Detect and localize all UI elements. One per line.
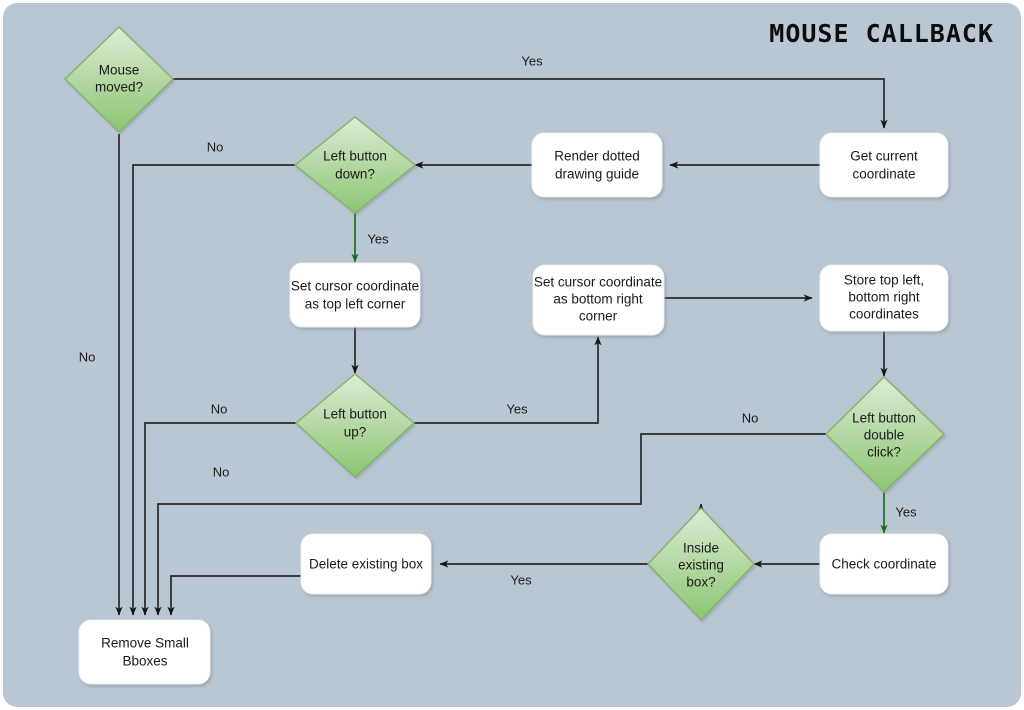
left-double-click-label-line3: click? [867, 445, 901, 460]
render-guide-label-line1: Render dotted [554, 149, 640, 164]
check-coordinate-label: Check coordinate [831, 557, 936, 572]
remove-small-bboxes-box[interactable] [78, 619, 211, 685]
store-coordinates-label-line1: Store top left, [844, 273, 924, 288]
label-inside-box-yes: Yes [510, 572, 532, 587]
get-coordinate-label-line1: Get current [850, 149, 918, 164]
node-set-bottom-right[interactable]: Set cursor coordinate as bottom right co… [532, 264, 665, 336]
node-store-coordinates[interactable]: Store top left, bottom right coordinates [819, 264, 949, 332]
node-check-coordinate[interactable]: Check coordinate [819, 533, 949, 595]
render-guide-label-line2: drawing guide [555, 167, 639, 182]
diagram-canvas: MOUSE CALLBACK Mouse moved? Get current … [0, 0, 1024, 710]
left-button-down-label-line2: down? [335, 167, 375, 182]
label-double-click-yes: Yes [895, 504, 917, 519]
mouse-moved-label-line2: moved? [95, 80, 143, 95]
get-coordinate-label-line2: coordinate [852, 167, 915, 182]
left-button-up-label-line1: Left button [323, 407, 387, 422]
set-bottom-right-label-line2: as bottom right [553, 292, 643, 307]
store-coordinates-label-line3: coordinates [849, 307, 919, 322]
node-set-top-left[interactable]: Set cursor coordinate as top left corner [289, 262, 421, 328]
set-top-left-label-line1: Set cursor coordinate [291, 279, 419, 294]
inside-existing-label-line1: Inside [683, 541, 719, 556]
node-render-guide[interactable]: Render dotted drawing guide [531, 132, 663, 198]
set-bottom-right-label-line3: corner [579, 309, 618, 324]
node-delete-existing-box[interactable]: Delete existing box [300, 533, 432, 595]
label-button-down-yes: Yes [367, 231, 389, 246]
node-remove-small-bboxes[interactable]: Remove Small Bboxes [78, 619, 211, 685]
label-mouse-moved-yes: Yes [521, 53, 543, 68]
delete-existing-label: Delete existing box [309, 557, 423, 572]
inside-existing-label-line3: box? [686, 575, 715, 590]
left-double-click-label-line2: double [864, 428, 905, 443]
set-bottom-right-label-line1: Set cursor coordinate [534, 275, 662, 290]
set-top-left-box[interactable] [289, 262, 421, 328]
left-double-click-label-line1: Left button [852, 411, 916, 426]
diagram-title: MOUSE CALLBACK [769, 19, 994, 48]
label-button-up-no: No [211, 401, 228, 416]
left-button-down-label-line1: Left button [323, 149, 387, 164]
remove-small-label-line1: Remove Small [101, 636, 189, 651]
render-guide-box[interactable] [531, 132, 663, 198]
label-mouse-moved-no: No [79, 349, 96, 364]
label-double-click-no: No [742, 410, 759, 425]
inside-existing-label-line2: existing [678, 558, 724, 573]
store-coordinates-label-line2: bottom right [848, 290, 920, 305]
set-top-left-label-line2: as top left corner [305, 297, 406, 312]
label-button-up-yes: Yes [506, 401, 528, 416]
node-get-coordinate[interactable]: Get current coordinate [819, 132, 949, 198]
flowchart-svg: MOUSE CALLBACK Mouse moved? Get current … [3, 3, 1021, 707]
get-coordinate-box[interactable] [819, 132, 949, 198]
mouse-moved-label-line1: Mouse [99, 63, 140, 78]
label-inside-box-no: No [213, 464, 230, 479]
left-button-up-label-line2: up? [344, 425, 367, 440]
remove-small-label-line2: Bboxes [122, 654, 167, 669]
label-button-down-no: No [207, 139, 224, 154]
diagram-background [3, 3, 1021, 707]
